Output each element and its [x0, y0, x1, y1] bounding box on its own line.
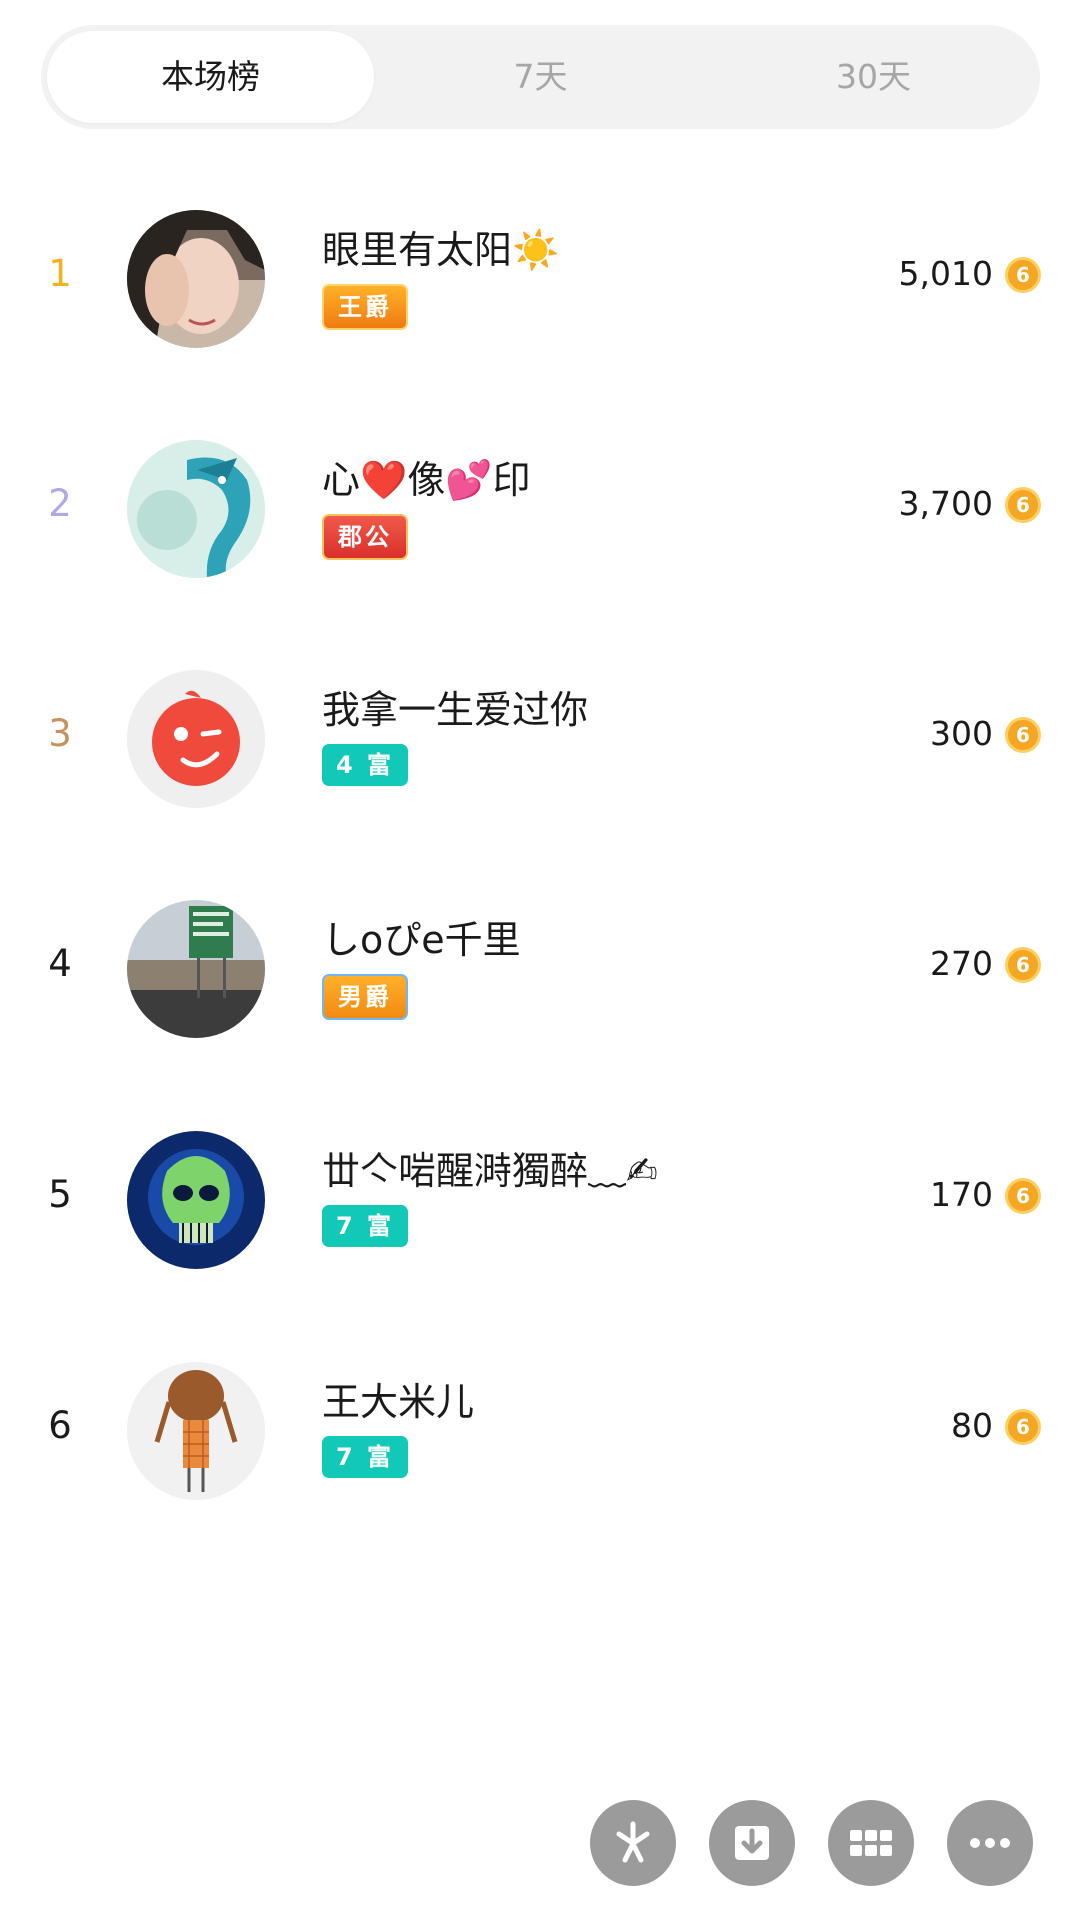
- list-item[interactable]: 3 我拿一生爱过你 4 富 300 6: [0, 626, 1080, 857]
- avatar[interactable]: [127, 670, 265, 808]
- noble-badge: 王爵: [322, 284, 408, 330]
- tab-30-days[interactable]: 30天: [707, 31, 1040, 123]
- contribution-amount: 170: [930, 1175, 993, 1214]
- tab-this-show[interactable]: 本场榜: [47, 31, 374, 123]
- rank-number: 5: [48, 1173, 72, 1216]
- avatar[interactable]: [127, 440, 265, 578]
- contribution-amount: 3,700: [898, 484, 993, 523]
- avatar[interactable]: [127, 900, 265, 1038]
- coin-icon: 6: [1005, 947, 1041, 983]
- rank-number: 2: [48, 482, 72, 525]
- contribution-amount: 270: [930, 944, 993, 983]
- leaderboard-tabs: 本场榜 7天 30天: [41, 25, 1040, 129]
- grid-icon: [850, 1830, 892, 1856]
- list-item[interactable]: 2 心❤️像💕印 郡公 3,700 6: [0, 396, 1080, 627]
- user-name: 我拿一生爱过你: [322, 688, 589, 732]
- sparkle-button[interactable]: [590, 1800, 676, 1886]
- list-item[interactable]: 5 丗亽啱醒溡獨醉﹏✍ 7 富 170 6: [0, 1087, 1080, 1318]
- download-button[interactable]: [709, 1800, 795, 1886]
- more-icon: [970, 1838, 1010, 1848]
- rank-number: 3: [48, 712, 72, 755]
- coin-icon: 6: [1005, 257, 1041, 293]
- user-name: 眼里有太阳☀️: [322, 228, 560, 272]
- sparkle-icon: [616, 1821, 650, 1863]
- user-name: 王大米儿: [322, 1380, 475, 1424]
- user-name: 心❤️像💕印: [322, 458, 531, 502]
- rank-number: 6: [48, 1404, 72, 1447]
- grid-button[interactable]: [828, 1800, 914, 1886]
- list-item[interactable]: 1 眼里有太阳☀️ 王爵 5,010 6: [0, 166, 1080, 397]
- user-name: しoぴe千里: [322, 918, 521, 962]
- avatar[interactable]: [127, 210, 265, 348]
- rank-number: 4: [48, 942, 72, 985]
- coin-icon: 6: [1005, 1178, 1041, 1214]
- contribution-amount: 300: [930, 714, 993, 753]
- coin-icon: 6: [1005, 717, 1041, 753]
- wealth-level-badge: 7 富: [322, 1205, 409, 1247]
- coin-icon: 6: [1005, 1409, 1041, 1445]
- list-item[interactable]: 4 しoぴe千里 男爵 270 6: [0, 856, 1080, 1087]
- tab-7-days[interactable]: 7天: [374, 31, 707, 123]
- list-item[interactable]: 6 王大米儿 7 富 80 6: [0, 1318, 1080, 1549]
- rank-number: 1: [48, 252, 72, 295]
- contribution-amount: 80: [951, 1406, 993, 1445]
- user-name: 丗亽啱醒溡獨醉﹏✍: [322, 1149, 658, 1193]
- wealth-level-badge: 7 富: [322, 1436, 409, 1478]
- more-button[interactable]: [947, 1800, 1033, 1886]
- avatar[interactable]: [127, 1362, 265, 1500]
- download-icon: [735, 1826, 769, 1860]
- coin-icon: 6: [1005, 487, 1041, 523]
- contribution-amount: 5,010: [898, 254, 993, 293]
- noble-badge: 郡公: [322, 514, 408, 560]
- noble-badge: 男爵: [322, 974, 408, 1020]
- wealth-level-badge: 4 富: [322, 744, 409, 786]
- avatar[interactable]: [127, 1131, 265, 1269]
